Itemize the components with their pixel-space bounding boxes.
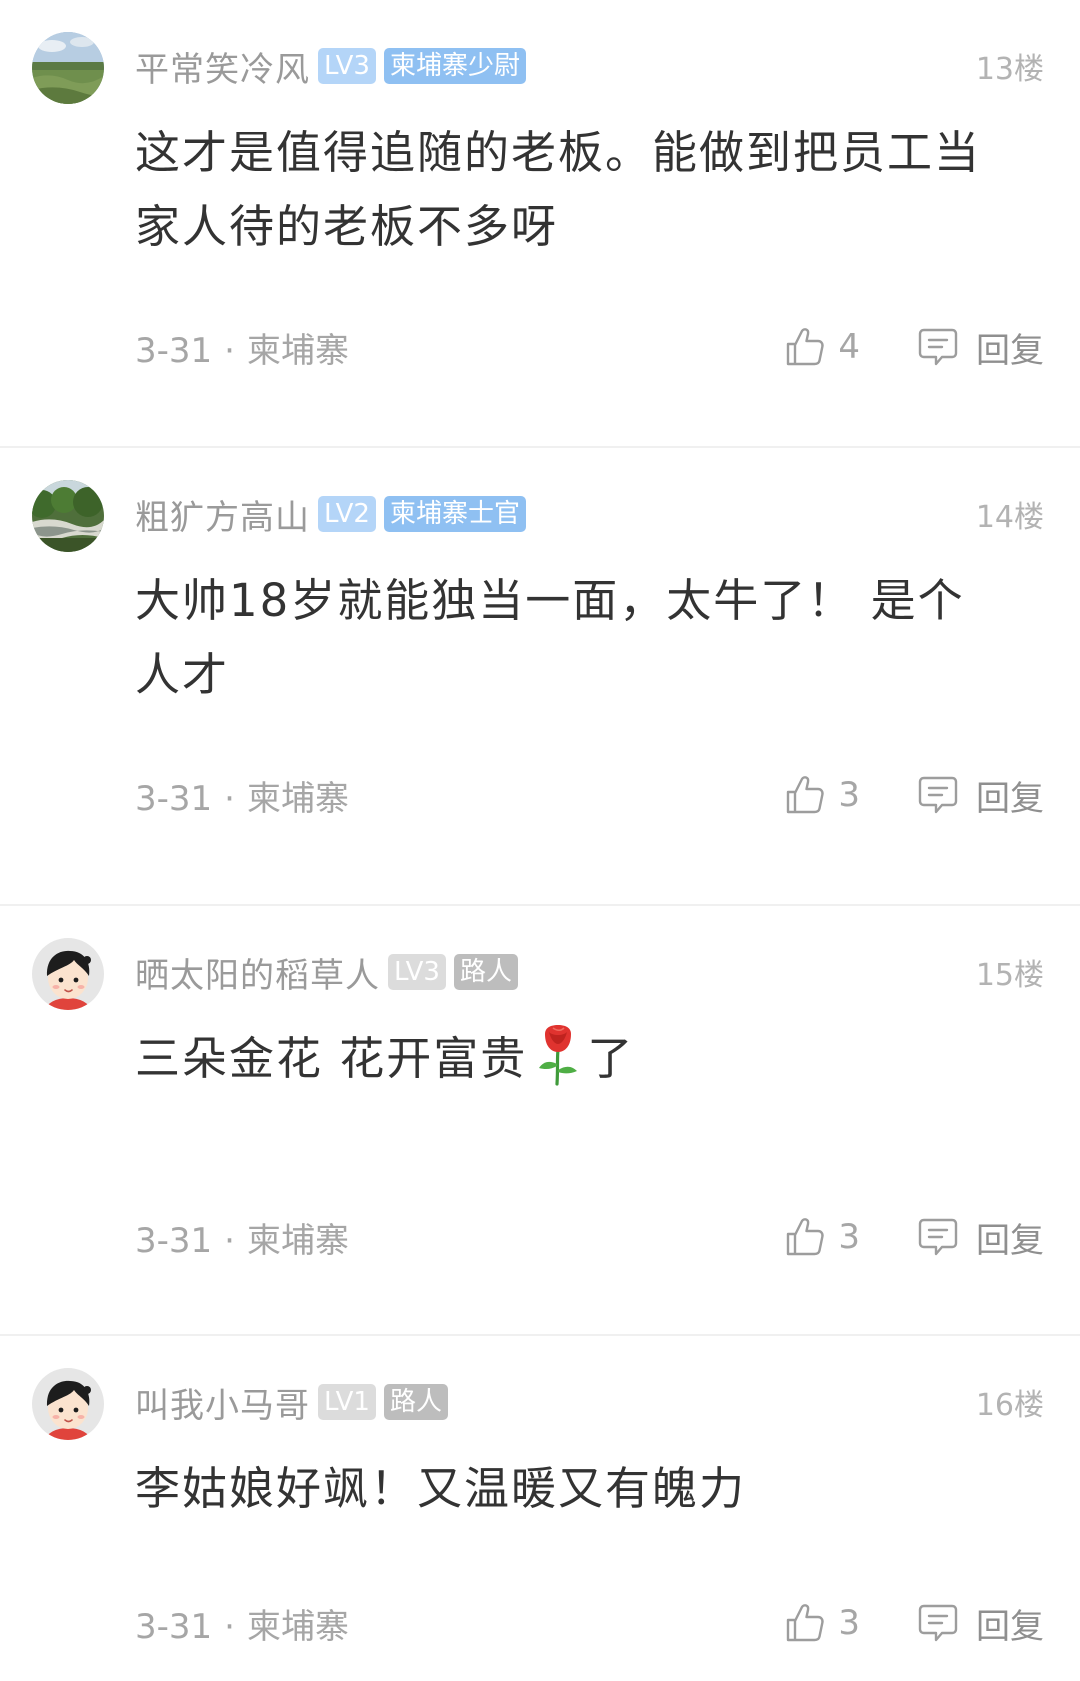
- like-count: 3: [838, 1603, 860, 1643]
- like-count: 4: [838, 327, 860, 367]
- floor-number: 16楼: [975, 1388, 1044, 1423]
- comment-item: 晒太阳的稻草人 LV3 路人 15楼 三朵金花 花开富贵 了 3-31 · 柬埔寨 …: [0, 904, 1080, 1334]
- like-button[interactable]: 4: [784, 326, 860, 368]
- comment-meta: 3-31 · 柬埔寨: [135, 1213, 349, 1262]
- comment-header: 叫我小马哥 LV1 路人 16楼: [135, 1336, 1044, 1426]
- reply-button[interactable]: 回复: [916, 323, 1044, 372]
- thumbs-up-icon: [787, 1218, 825, 1256]
- comment-content: 李姑娘好飒！又温暖又有魄力: [135, 1452, 1044, 1526]
- landscape-field-avatar[interactable]: [32, 32, 104, 104]
- comment-header: 平常笑冷风 LV3 柬埔寨少尉 13楼: [135, 0, 1044, 90]
- floor-number: 15楼: [975, 958, 1044, 993]
- reply-button[interactable]: 回复: [916, 771, 1044, 820]
- username[interactable]: 晒太阳的稻草人: [135, 948, 380, 997]
- comment-meta: 3-31 · 柬埔寨: [135, 1599, 349, 1648]
- comment-location: 柬埔寨: [246, 778, 349, 819]
- reply-bubble-icon: [918, 776, 958, 814]
- comment-footer: 3-31 · 柬埔寨 3 回复: [135, 1212, 1044, 1262]
- rose-emoji: [539, 1025, 578, 1086]
- comment-header: 粗犷方高山 LV2 柬埔寨士官 14楼: [135, 448, 1044, 538]
- comment-actions: 3 回复: [784, 771, 1044, 820]
- meta-separator: ·: [224, 778, 235, 819]
- username[interactable]: 粗犷方高山: [135, 490, 310, 539]
- like-button[interactable]: 3: [784, 1602, 860, 1644]
- comment-actions: 4 回复: [784, 323, 1044, 372]
- like-count: 3: [838, 775, 860, 815]
- cartoon-boy-avatar[interactable]: [32, 1368, 104, 1440]
- title-badge: 柬埔寨士官: [383, 496, 526, 532]
- comment-footer: 3-31 · 柬埔寨 3 回复: [135, 1598, 1044, 1648]
- comment-item: 平常笑冷风 LV3 柬埔寨少尉 13楼 这才是值得追随的老板。能做到把员工当 家…: [0, 0, 1080, 446]
- title-badge: 路人: [453, 954, 518, 990]
- comment-content: 这才是值得追随的老板。能做到把员工当 家人待的老板不多呀: [135, 116, 1044, 264]
- floor-number: 14楼: [975, 500, 1044, 535]
- comment-line: 李姑娘好飒！又温暖又有魄力: [135, 1462, 747, 1515]
- reply-bubble-icon: [918, 328, 958, 366]
- reply-label: 回复: [976, 1220, 1044, 1261]
- comment-item: 叫我小马哥 LV1 路人 16楼 李姑娘好飒！又温暖又有魄力 3-31 · 柬埔寨 …: [0, 1334, 1080, 1681]
- level-badge: LV3: [388, 954, 446, 990]
- title-badge: 路人: [383, 1384, 448, 1420]
- comment-content: 大帅18岁就能独当一面，太牛了！ 是个 人才: [135, 564, 1044, 712]
- username[interactable]: 叫我小马哥: [135, 1378, 310, 1427]
- level-badge: LV1: [318, 1384, 376, 1420]
- comment-actions: 3 回复: [784, 1213, 1044, 1262]
- comment-date: 3-31: [135, 778, 213, 819]
- river-forest-avatar[interactable]: [32, 480, 104, 552]
- comment-header: 晒太阳的稻草人 LV3 路人 15楼: [135, 906, 1044, 996]
- thumbs-up-icon: [787, 1604, 825, 1642]
- reply-button[interactable]: 回复: [916, 1599, 1044, 1648]
- comment-text-before-emoji: 三朵金花 花开富贵: [135, 1032, 528, 1085]
- level-badge: LV3: [318, 48, 376, 84]
- comment-footer: 3-31 · 柬埔寨 4 回复: [135, 322, 1044, 372]
- reply-bubble-icon: [918, 1604, 958, 1642]
- title-badge: 柬埔寨少尉: [383, 48, 526, 84]
- comment-item: 粗犷方高山 LV2 柬埔寨士官 14楼 大帅18岁就能独当一面，太牛了！ 是个 …: [0, 446, 1080, 904]
- comment-footer: 3-31 · 柬埔寨 3 回复: [135, 770, 1044, 820]
- like-count: 3: [838, 1217, 860, 1257]
- cartoon-boy-avatar[interactable]: [32, 938, 104, 1010]
- username[interactable]: 平常笑冷风: [135, 42, 310, 91]
- like-button[interactable]: 3: [784, 774, 860, 816]
- thumbs-up-icon: [787, 328, 825, 366]
- reply-label: 回复: [976, 330, 1044, 371]
- thumbs-up-icon: [787, 776, 825, 814]
- comment-line: 三朵金花 花开富贵 了: [135, 1022, 1044, 1096]
- comment-line: 这才是值得追随的老板。能做到把员工当: [135, 126, 982, 179]
- comment-meta: 3-31 · 柬埔寨: [135, 323, 349, 372]
- comment-actions: 3 回复: [784, 1599, 1044, 1648]
- comment-location: 柬埔寨: [246, 1606, 349, 1647]
- meta-separator: ·: [224, 330, 235, 371]
- level-badge: LV2: [318, 496, 376, 532]
- comment-location: 柬埔寨: [246, 330, 349, 371]
- reply-label: 回复: [976, 1606, 1044, 1647]
- meta-separator: ·: [224, 1606, 235, 1647]
- comment-date: 3-31: [135, 1606, 213, 1647]
- comment-content: 三朵金花 花开富贵 了: [135, 1022, 1044, 1096]
- meta-separator: ·: [224, 1220, 235, 1261]
- floor-number: 13楼: [975, 52, 1044, 87]
- comment-location: 柬埔寨: [246, 1220, 349, 1261]
- reply-bubble-icon: [918, 1218, 958, 1256]
- comment-date: 3-31: [135, 1220, 213, 1261]
- comment-date: 3-31: [135, 330, 213, 371]
- comment-line: 人才: [135, 648, 230, 701]
- comment-text-after-emoji: 了: [587, 1032, 635, 1085]
- comment-line: 家人待的老板不多呀: [135, 200, 559, 253]
- reply-label: 回复: [976, 778, 1044, 819]
- reply-button[interactable]: 回复: [916, 1213, 1044, 1262]
- comment-meta: 3-31 · 柬埔寨: [135, 771, 349, 820]
- comment-line: 大帅18岁就能独当一面，太牛了！ 是个: [135, 574, 965, 627]
- like-button[interactable]: 3: [784, 1216, 860, 1258]
